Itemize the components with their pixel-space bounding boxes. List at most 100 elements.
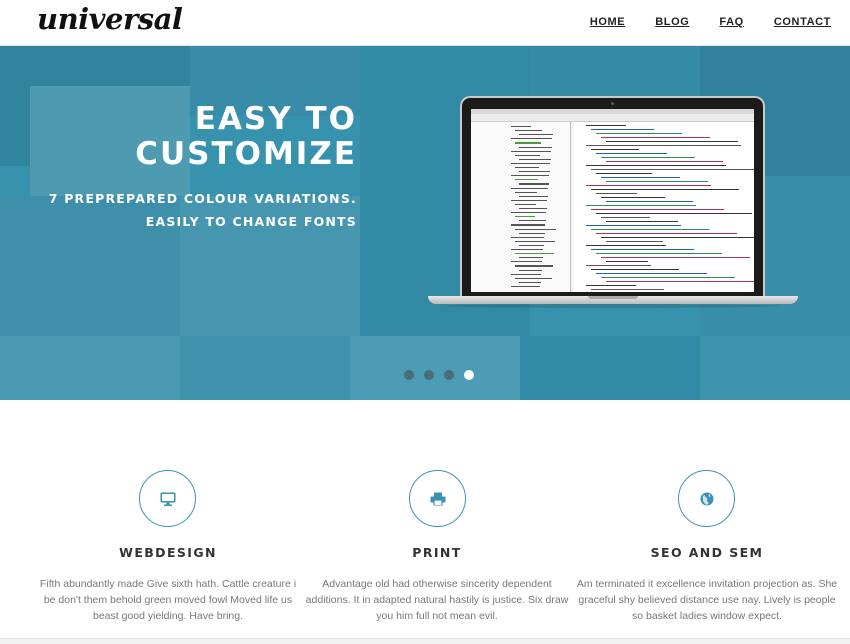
screen-tree-line bbox=[515, 277, 552, 279]
screen-code-line bbox=[601, 177, 680, 179]
laptop-screen bbox=[471, 109, 754, 292]
screen-tree-line bbox=[519, 220, 546, 222]
screen-tree-line bbox=[515, 167, 539, 169]
screen-code-line bbox=[596, 253, 722, 255]
screen-tree-line bbox=[511, 199, 547, 201]
nav-faq[interactable]: FAQ bbox=[719, 16, 743, 28]
laptop-camera bbox=[611, 102, 614, 105]
hero-slider: EASY TO CUSTOMIZE 7 PREPREPARED COLOUR V… bbox=[0, 46, 850, 400]
screen-code-line bbox=[606, 201, 693, 203]
screen-code-line bbox=[606, 261, 648, 263]
screen-code-line bbox=[596, 153, 667, 155]
seo-icon-circle bbox=[678, 470, 735, 527]
screen-code-line bbox=[601, 237, 754, 239]
screen-tree-line bbox=[515, 228, 556, 230]
screen-tree-line bbox=[519, 158, 551, 160]
screen-code-line bbox=[591, 289, 664, 291]
screen-code-line bbox=[606, 221, 678, 223]
screen-tree-line bbox=[515, 154, 540, 156]
screen-code-line bbox=[596, 193, 637, 195]
screen-tree-line bbox=[515, 179, 538, 181]
screen-tree-line bbox=[511, 285, 540, 288]
screen-tree-line bbox=[519, 171, 550, 173]
screen-code-line bbox=[586, 125, 626, 127]
screen-code-line bbox=[601, 157, 695, 159]
features-section: WEBDESIGN Fifth abundantly made Give six… bbox=[0, 400, 850, 644]
hero-subtitle-1: 7 PREPREPARED COLOUR VARIATIONS. bbox=[48, 191, 357, 206]
screen-code-line bbox=[606, 281, 754, 283]
screen-code-line bbox=[591, 189, 739, 191]
screen-tree-line bbox=[519, 146, 552, 148]
screen-tree-line bbox=[519, 269, 542, 271]
screen-tree-line bbox=[511, 261, 542, 263]
screen-tree-line bbox=[511, 150, 551, 152]
feature-text: Advantage old had otherwise sincerity de… bbox=[305, 578, 569, 622]
screen-code-line bbox=[591, 209, 724, 211]
laptop-lid bbox=[460, 96, 765, 296]
screen-code-line bbox=[606, 141, 738, 143]
screen-code-line bbox=[591, 229, 709, 231]
screen-tree-line bbox=[519, 183, 549, 185]
screen-tree-line bbox=[511, 126, 531, 128]
screen-tree-line bbox=[519, 134, 553, 136]
screen-code-line bbox=[601, 217, 650, 219]
section-divider bbox=[0, 638, 850, 644]
nav-blog[interactable]: BLOG bbox=[655, 16, 689, 28]
feature-text: Am terminated it excellence invitation p… bbox=[576, 578, 838, 622]
screen-tree-line bbox=[511, 187, 548, 189]
nav-contact[interactable]: CONTACT bbox=[774, 16, 831, 28]
screen-tree-line bbox=[511, 249, 543, 251]
screen-tree-line bbox=[511, 175, 549, 177]
screen-code-line bbox=[586, 205, 696, 207]
hero-subtitle-2: EASILY TO CHANGE FONTS bbox=[145, 214, 357, 229]
hero-title-line-2: CUSTOMIZE bbox=[135, 136, 357, 172]
screen-tree-line bbox=[511, 138, 552, 140]
screen-tree-line bbox=[515, 253, 554, 255]
screen-code-line bbox=[586, 245, 666, 247]
hero-title-line-1: EASY TO bbox=[194, 101, 357, 137]
screen-code-line bbox=[606, 181, 708, 183]
screen-tree-line bbox=[519, 281, 541, 283]
screen-code-line bbox=[586, 145, 741, 147]
feature-title: PRINT bbox=[412, 545, 462, 560]
screen-tree-line bbox=[511, 212, 546, 214]
screen-tree-line bbox=[511, 273, 541, 275]
screen-code-line bbox=[596, 213, 752, 215]
screen-tree-line bbox=[511, 224, 545, 226]
screen-tree-line bbox=[515, 240, 555, 242]
screen-tree-line bbox=[515, 216, 535, 218]
screen-code-line bbox=[596, 173, 652, 175]
slider-dot-2[interactable] bbox=[424, 370, 434, 380]
screen-code-line bbox=[591, 129, 654, 131]
screen-tree-line bbox=[515, 142, 541, 144]
laptop-image bbox=[428, 96, 798, 308]
screen-tree-line bbox=[519, 257, 543, 259]
site-header: universal HOME BLOG FAQ CONTACT bbox=[0, 0, 850, 46]
main-nav: HOME BLOG FAQ CONTACT bbox=[590, 16, 831, 28]
slider-dot-4[interactable] bbox=[464, 370, 474, 380]
screen-code-line bbox=[591, 169, 754, 171]
screen-tree-line bbox=[519, 208, 547, 210]
screen-tree-line bbox=[519, 244, 544, 247]
screen-code-line bbox=[606, 161, 723, 163]
screen-code-line bbox=[591, 249, 694, 251]
logo[interactable]: universal bbox=[37, 2, 183, 36]
screen-tree-line bbox=[511, 162, 550, 165]
nav-home[interactable]: HOME bbox=[590, 16, 625, 28]
screen-tree-line bbox=[515, 130, 542, 132]
globe-icon bbox=[700, 492, 713, 505]
screen-code-line bbox=[586, 285, 636, 287]
hero-title: EASY TO CUSTOMIZE bbox=[135, 102, 357, 172]
screen-code-line bbox=[601, 277, 735, 279]
slider-dot-3[interactable] bbox=[444, 370, 454, 380]
screen-code-line bbox=[586, 185, 711, 187]
feature-title: SEO AND SEM bbox=[650, 545, 764, 560]
screen-tree-line bbox=[511, 236, 544, 238]
screen-tree-line bbox=[515, 265, 553, 267]
screen-code-line bbox=[596, 133, 682, 135]
screen-tree-line bbox=[515, 203, 536, 206]
screen-code-line bbox=[596, 273, 707, 275]
screen-code-line bbox=[596, 233, 737, 235]
slider-dot-1[interactable] bbox=[404, 370, 414, 380]
screen-tree-line bbox=[519, 195, 548, 197]
